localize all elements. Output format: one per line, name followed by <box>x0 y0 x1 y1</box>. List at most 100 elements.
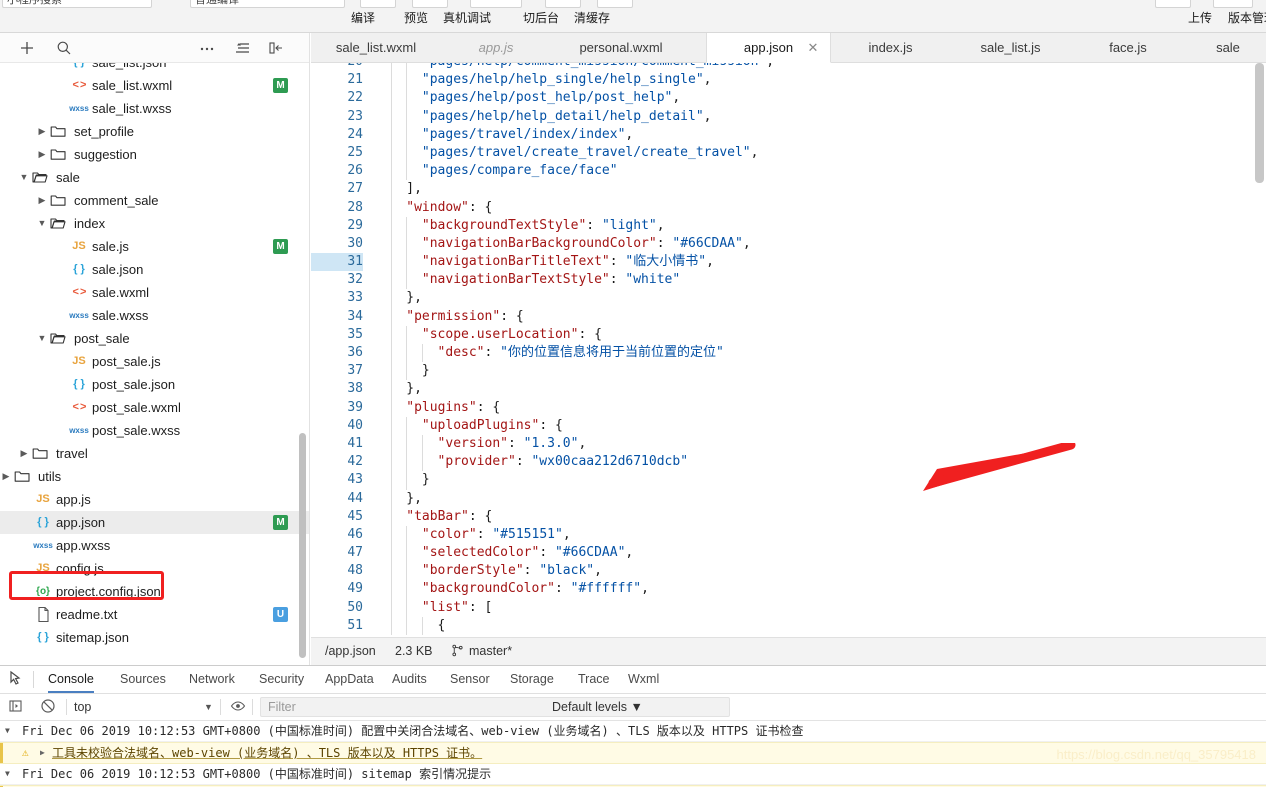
preview-button[interactable]: 预览 <box>404 9 428 26</box>
chevron-down-icon[interactable]: ▼ <box>18 166 30 189</box>
folder-utils[interactable]: ▶ utils <box>0 465 309 488</box>
file-sale-wxml[interactable]: < > sale.wxml <box>0 281 309 304</box>
compile-icon-button[interactable] <box>360 0 396 8</box>
chevron-right-icon[interactable]: ▶ <box>36 143 48 166</box>
console-group-row-2[interactable]: ▼ Fri Dec 06 2019 10:12:53 GMT+0800 (中国标准… <box>0 764 1266 785</box>
eye-icon[interactable] <box>230 698 248 716</box>
console-context-select[interactable]: top <box>74 694 91 720</box>
chevron-down-icon[interactable]: ▼ <box>5 764 17 784</box>
clear-cache-icon-button[interactable] <box>597 0 633 8</box>
code-text: "navigationBarTitleText": "临大小情书", <box>421 254 714 270</box>
code-viewport[interactable]: 20 "pages/help/comment_mission/comment_mi… <box>311 63 1266 635</box>
chevron-right-icon[interactable]: ▶ <box>40 743 45 763</box>
status-git-branch[interactable]: master* <box>469 644 512 658</box>
sort-files-button[interactable] <box>231 37 253 59</box>
file-sitemap-json[interactable]: { } sitemap.json <box>0 626 309 649</box>
console-warning-row[interactable]: ⚠ ▶ 工具未校验合法域名、web-view (业务域名) 、TLS 版本以及 HT… <box>0 742 1266 764</box>
file-post-sale-wxml[interactable]: < > post_sale.wxml <box>0 396 309 419</box>
chevron-down-icon[interactable]: ▼ <box>36 212 48 235</box>
clear-console-icon[interactable] <box>40 698 58 716</box>
more-options-button[interactable] <box>196 37 218 59</box>
file-post-sale-json[interactable]: { } post_sale.json <box>0 373 309 396</box>
tab-audits[interactable]: Audits <box>392 666 427 693</box>
tab-wxml[interactable]: Wxml <box>628 666 659 693</box>
chevron-down-icon[interactable]: ▼ <box>204 694 213 720</box>
file-config-js[interactable]: JS config.js <box>0 557 309 580</box>
background-icon-button[interactable] <box>545 0 581 8</box>
inspect-element-icon[interactable] <box>8 670 28 689</box>
close-tab-icon[interactable]: ✕ <box>806 33 820 63</box>
file-app-wxss[interactable]: wxss app.wxss <box>0 534 309 557</box>
file-tree-scrollbar[interactable] <box>299 433 306 658</box>
file-project-config[interactable]: {o} project.config.json <box>0 580 309 603</box>
chevron-right-icon[interactable]: ▶ <box>18 442 30 465</box>
console-filter-input[interactable]: Filter <box>260 697 730 717</box>
console-level-select[interactable]: Default levels ▼ <box>552 694 643 720</box>
preview-icon-button[interactable] <box>412 0 448 8</box>
background-button[interactable]: 切后台 <box>523 9 559 26</box>
code-text: "pages/travel/create_travel/create_trave… <box>421 144 759 160</box>
version-manage-button[interactable]: 版本管理 <box>1228 9 1266 26</box>
execute-icon[interactable] <box>8 698 26 716</box>
file-sale-list-json[interactable]: { }sale_list.json <box>0 63 309 74</box>
collapse-left-button[interactable] <box>265 37 287 59</box>
indent-guide <box>390 253 392 272</box>
folder-travel[interactable]: ▶ travel <box>0 442 309 465</box>
clear-cache-button[interactable]: 清缓存 <box>574 9 610 26</box>
upload-button[interactable]: 上传 <box>1188 9 1212 26</box>
folder-set-profile[interactable]: ▶ set_profile <box>0 120 309 143</box>
tab-app-js[interactable]: app.js <box>441 33 551 63</box>
tab-sale-partial[interactable]: sale <box>1193 33 1263 63</box>
file-sale-list-wxss[interactable]: wxss sale_list.wxss <box>0 97 309 120</box>
tab-appdata[interactable]: AppData <box>325 666 374 693</box>
chevron-down-icon[interactable]: ▼ <box>5 721 17 741</box>
tab-sources[interactable]: Sources <box>120 666 166 693</box>
folder-comment-sale[interactable]: ▶ comment_sale <box>0 189 309 212</box>
folder-sale[interactable]: ▼ sale <box>0 166 309 189</box>
tab-index-js[interactable]: index.js <box>833 33 948 63</box>
tab-app-json[interactable]: app.json ✕ <box>706 33 831 63</box>
file-readme-txt[interactable]: readme.txt U <box>0 603 309 626</box>
file-sale-js[interactable]: JS sale.js M <box>0 235 309 258</box>
chevron-right-icon[interactable]: ▶ <box>36 120 48 143</box>
tab-security[interactable]: Security <box>259 666 304 693</box>
version-icon-button[interactable] <box>1213 0 1253 8</box>
file-sale-json[interactable]: { } sale.json <box>0 258 309 281</box>
file-app-json[interactable]: { } app.json M <box>0 511 309 534</box>
folder-suggestion[interactable]: ▶ suggestion <box>0 143 309 166</box>
file-post-sale-js[interactable]: JS post_sale.js <box>0 350 309 373</box>
line-number: 46 <box>347 526 363 542</box>
console-output[interactable]: ▼ Fri Dec 06 2019 10:12:53 GMT+0800 (中国标准… <box>0 721 1266 787</box>
compile-button[interactable]: 编译 <box>351 9 375 26</box>
tab-trace[interactable]: Trace <box>578 666 610 693</box>
remote-debug-button[interactable]: 真机调试 <box>443 9 491 26</box>
remote-debug-icon-button[interactable] <box>470 0 522 8</box>
tab-sensor[interactable]: Sensor <box>450 666 490 693</box>
chevron-right-icon[interactable]: ▶ <box>0 465 12 488</box>
editor-scrollbar[interactable] <box>1255 63 1264 183</box>
tab-console[interactable]: Console <box>48 666 94 693</box>
tab-network[interactable]: Network <box>189 666 235 693</box>
search-files-button[interactable] <box>53 37 75 59</box>
file-sale-list-wxml[interactable]: < > sale_list.wxml M <box>0 74 309 97</box>
file-post-sale-wxss[interactable]: wxss post_sale.wxss <box>0 419 309 442</box>
file-tree[interactable]: { }sale_list.json< >sale_list.wxmlMwxsss… <box>0 63 309 665</box>
add-file-button[interactable] <box>16 37 38 59</box>
mode-select-field[interactable]: 普通编译 <box>190 0 345 8</box>
folder-index[interactable]: ▼ index <box>0 212 309 235</box>
tab-personal-wxml[interactable]: personal.wxml <box>551 33 691 63</box>
folder-post-sale[interactable]: ▼ post_sale <box>0 327 309 350</box>
line-number: 39 <box>347 399 363 415</box>
project-search-field[interactable]: 小程序搜索 <box>2 0 152 8</box>
console-group-row[interactable]: ▼ Fri Dec 06 2019 10:12:53 GMT+0800 (中国标准… <box>0 721 1266 742</box>
tab-storage[interactable]: Storage <box>510 666 554 693</box>
tab-sale-list-wxml[interactable]: sale_list.wxml <box>311 33 441 63</box>
upload-icon-button[interactable] <box>1155 0 1191 8</box>
tab-face-js[interactable]: face.js <box>1073 33 1183 63</box>
file-sale-wxss[interactable]: wxss sale.wxss <box>0 304 309 327</box>
chevron-right-icon[interactable]: ▶ <box>36 189 48 212</box>
tab-sale-list-js[interactable]: sale_list.js <box>948 33 1073 63</box>
file-app-js[interactable]: JS app.js <box>0 488 309 511</box>
chevron-down-icon[interactable]: ▼ <box>36 327 48 350</box>
wxml-file-icon: < > <box>72 401 87 413</box>
